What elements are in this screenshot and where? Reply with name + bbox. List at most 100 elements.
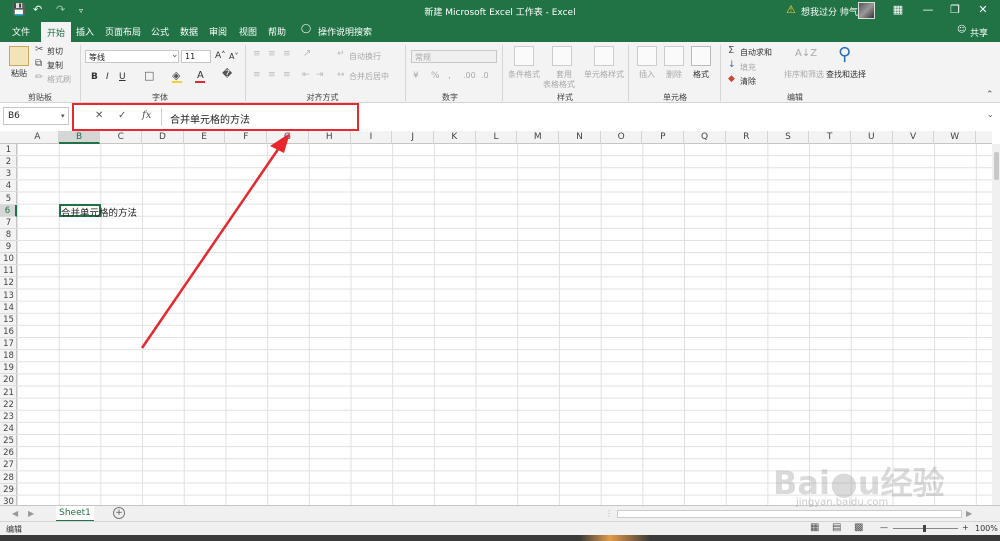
tab-insert[interactable]: 插入 — [76, 25, 94, 38]
share-button[interactable]: 共享 — [970, 26, 988, 39]
vertical-scrollbar[interactable] — [992, 144, 1000, 505]
format-as-table-icon[interactable] — [552, 46, 572, 66]
tab-view[interactable]: 视图 — [239, 25, 257, 38]
prev-sheet-icon[interactable]: ◀ — [12, 509, 18, 518]
row-header[interactable]: 15 — [0, 314, 17, 326]
decrease-decimal-icon[interactable]: .0 — [481, 71, 489, 80]
row-header[interactable]: 2 — [0, 156, 17, 169]
row-header[interactable]: 7 — [0, 217, 17, 229]
sort-filter-button[interactable]: 排序和筛选 — [784, 69, 824, 80]
font-size-select[interactable]: 11 — [181, 50, 211, 63]
delete-cells-icon[interactable] — [664, 46, 684, 66]
row-header[interactable]: 8 — [0, 229, 17, 241]
row-header[interactable]: 29 — [0, 484, 17, 496]
cell-styles-icon[interactable] — [594, 46, 614, 66]
row-header[interactable]: 9 — [0, 241, 17, 254]
avatar[interactable] — [858, 2, 875, 19]
align-middle-icon[interactable]: ≡ — [268, 49, 276, 59]
row-header[interactable]: 19 — [0, 362, 17, 375]
column-header[interactable]: C — [100, 131, 143, 144]
column-header[interactable]: D — [142, 131, 184, 144]
paste-button[interactable]: 粘贴 — [11, 68, 27, 79]
name-box[interactable]: B6 — [3, 107, 69, 125]
increase-font-icon[interactable]: A˄ — [215, 51, 226, 61]
insert-cells-button[interactable]: 插入 — [639, 69, 655, 80]
column-header[interactable]: E — [184, 131, 226, 144]
italic-button[interactable]: I — [106, 72, 109, 82]
align-top-icon[interactable]: ≡ — [253, 49, 261, 59]
column-header[interactable]: G — [267, 131, 309, 144]
minimize-icon[interactable]: — — [913, 3, 943, 16]
clear-button[interactable]: 清除 — [740, 76, 756, 87]
scissors-icon[interactable]: ✂ — [35, 44, 43, 55]
copy-icon[interactable]: ⧉ — [35, 58, 42, 69]
wrap-text-button[interactable]: 自动换行 — [349, 51, 381, 62]
format-cells-icon[interactable] — [691, 46, 711, 66]
comma-icon[interactable]: , — [448, 71, 451, 81]
merge-center-button[interactable]: 合并后居中 — [349, 71, 389, 82]
expand-formula-bar-icon[interactable]: ⌄ — [987, 110, 994, 119]
percent-icon[interactable]: % — [431, 71, 440, 81]
row-header[interactable]: 5 — [0, 193, 17, 205]
tab-formulas[interactable]: 公式 — [151, 25, 169, 38]
row-header[interactable]: 16 — [0, 326, 17, 338]
delete-cells-button[interactable]: 删除 — [666, 69, 682, 80]
column-header[interactable]: W — [934, 131, 977, 144]
add-sheet-button[interactable]: + — [113, 507, 125, 519]
normal-view-icon[interactable]: ▦ — [810, 522, 819, 533]
tab-page-layout[interactable]: 页面布局 — [105, 25, 141, 38]
tell-me-search[interactable]: 操作说明搜索 — [318, 25, 372, 38]
zoom-in-icon[interactable]: + — [962, 523, 969, 532]
increase-indent-icon[interactable]: ⇥ — [316, 70, 324, 80]
conditional-format-icon[interactable] — [514, 46, 534, 66]
row-header[interactable]: 18 — [0, 350, 17, 363]
row-header[interactable]: 4 — [0, 180, 17, 193]
autosum-button[interactable]: 自动求和 — [740, 47, 772, 58]
column-header[interactable]: H — [309, 131, 351, 144]
row-header[interactable]: 6 — [0, 204, 17, 217]
row-header[interactable]: 25 — [0, 435, 17, 448]
zoom-out-icon[interactable]: — — [880, 523, 888, 532]
horizontal-scrollbar[interactable] — [617, 510, 962, 518]
row-header[interactable]: 20 — [0, 374, 17, 387]
tab-help[interactable]: 帮助 — [268, 25, 286, 38]
number-format-select[interactable]: 常规 — [411, 50, 497, 63]
close-icon[interactable]: ✕ — [968, 3, 998, 16]
warning-icon[interactable]: ⚠ — [786, 3, 796, 16]
column-header[interactable]: A — [17, 131, 59, 144]
column-header[interactable]: N — [559, 131, 601, 144]
restore-icon[interactable]: ❐ — [940, 3, 970, 16]
paste-icon[interactable] — [9, 46, 29, 66]
copy-button[interactable]: 复制 — [47, 60, 63, 71]
orientation-icon[interactable]: ↗ — [303, 48, 311, 59]
row-header[interactable]: 21 — [0, 387, 17, 399]
column-header[interactable]: O — [601, 131, 643, 144]
scroll-right-icon[interactable]: ▶ — [966, 509, 972, 518]
align-right-icon[interactable]: ≡ — [283, 70, 291, 80]
row-header[interactable]: 26 — [0, 447, 17, 460]
collapse-ribbon-icon[interactable]: ⌃ — [986, 90, 994, 100]
sheet-tab[interactable]: Sheet1 — [56, 506, 94, 522]
font-color-icon[interactable]: A — [197, 70, 204, 81]
row-header[interactable]: 24 — [0, 423, 17, 435]
bold-button[interactable]: B — [91, 72, 98, 82]
insert-cells-icon[interactable] — [637, 46, 657, 66]
column-header[interactable]: I — [351, 131, 393, 144]
row-header[interactable]: 23 — [0, 411, 17, 423]
row-header[interactable]: 13 — [0, 290, 17, 302]
column-header[interactable]: K — [434, 131, 476, 144]
chevron-down-icon[interactable]: ▾ — [61, 112, 65, 120]
vertical-scroll-thumb[interactable] — [994, 152, 999, 180]
column-header[interactable]: V — [893, 131, 935, 144]
user-name[interactable]: 想我过分 帅气 — [801, 5, 858, 18]
increase-decimal-icon[interactable]: .00 — [463, 71, 476, 80]
row-header[interactable]: 17 — [0, 338, 17, 351]
format-painter-button[interactable]: 格式刷 — [47, 74, 71, 85]
column-header[interactable]: T — [809, 131, 851, 144]
column-header[interactable]: M — [517, 131, 560, 144]
format-as-table-button-line2[interactable]: 表格格式 — [543, 79, 575, 90]
font-name-select[interactable]: 等线 — [85, 50, 179, 63]
row-header[interactable]: 11 — [0, 265, 17, 278]
tab-home[interactable]: 开始 — [41, 22, 72, 42]
column-header[interactable]: B — [58, 131, 101, 144]
